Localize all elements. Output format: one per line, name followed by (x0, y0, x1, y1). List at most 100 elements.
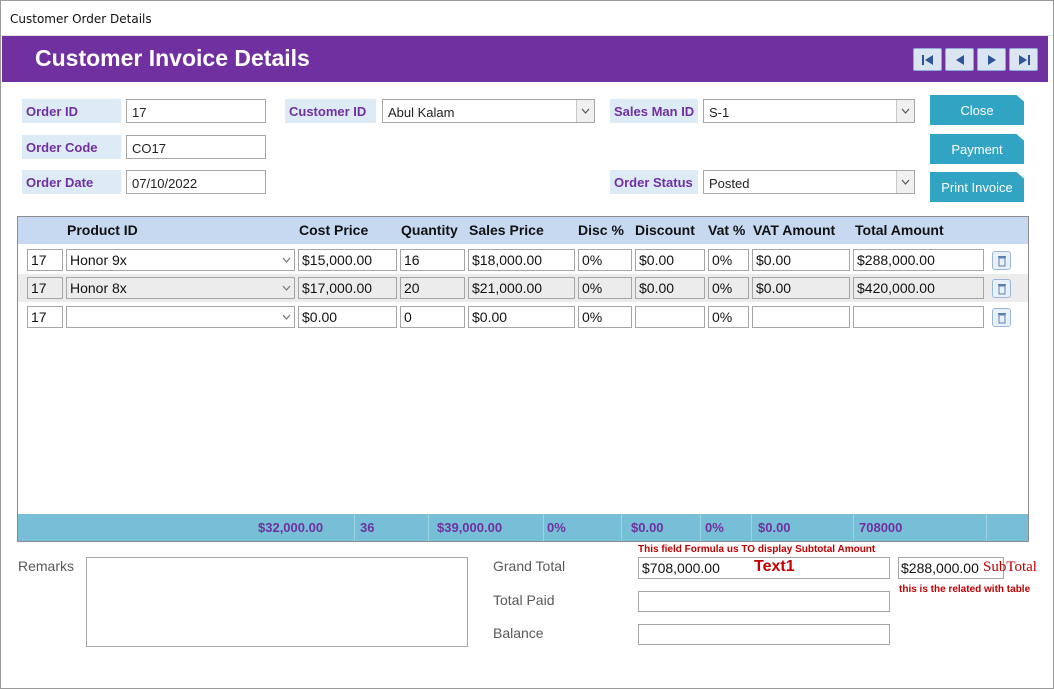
cell-quantity[interactable]: 16 (400, 249, 465, 271)
cell-discount[interactable] (635, 306, 705, 328)
header-disc-pct: Disc % (578, 222, 624, 238)
order-status-value: Posted (709, 176, 750, 191)
cell-product: Honor 8x (70, 280, 127, 296)
close-button[interactable]: Close (930, 95, 1024, 125)
cell-vat-amount[interactable]: $0.00 (752, 277, 850, 299)
order-status-select[interactable]: Posted (703, 170, 915, 194)
total-discount: $0.00 (631, 520, 664, 535)
cell-disc-pct[interactable]: 0% (578, 249, 632, 271)
payment-button[interactable]: Payment (930, 134, 1024, 164)
cell-vat-pct[interactable]: 0% (708, 306, 749, 328)
cell-vat-amount[interactable]: $0.00 (752, 249, 850, 271)
cell-total-amount[interactable]: $420,000.00 (853, 277, 984, 299)
chevron-down-icon[interactable] (576, 100, 594, 122)
sales-man-id-select[interactable]: S-1 (703, 99, 915, 123)
cell-product-select[interactable]: Honor 8x (66, 277, 295, 299)
chevron-down-icon[interactable] (278, 307, 294, 327)
trash-icon (997, 255, 1006, 266)
cell-total-amount[interactable] (853, 306, 984, 328)
total-paid-field[interactable] (638, 591, 890, 612)
table-row: 17 $0.00 0 $0.00 0% 0% (18, 303, 1028, 331)
header-total-amount: Total Amount (855, 222, 944, 238)
last-record-button[interactable] (1009, 48, 1038, 71)
related-note: this is the related with table (899, 584, 1031, 595)
total-amount-sum: 708000 (859, 520, 903, 535)
remarks-field[interactable] (86, 557, 468, 647)
total-quantity: 36 (360, 520, 375, 535)
print-invoice-button[interactable]: Print Invoice (930, 172, 1024, 202)
header-cost-price: Cost Price (299, 222, 369, 238)
delete-row-button[interactable] (992, 251, 1011, 270)
chevron-down-icon[interactable] (896, 100, 914, 122)
cell-quantity[interactable]: 0 (400, 306, 465, 328)
page-title: Customer Invoice Details (35, 45, 310, 71)
balance-field[interactable] (638, 624, 890, 645)
cell-order-id[interactable]: 17 (27, 249, 63, 271)
table-row: 17 Honor 9x $15,000.00 16 $18,000.00 0% … (18, 246, 1028, 274)
total-cost-price: $32,000.00 (258, 520, 324, 535)
cell-vat-pct[interactable]: 0% (708, 249, 749, 271)
grand-total-label: Grand Total (493, 558, 566, 574)
balance-label: Balance (493, 625, 544, 641)
cell-quantity[interactable]: 20 (400, 277, 465, 299)
header-discount: Discount (635, 222, 695, 238)
total-vat-amount: $0.00 (758, 520, 791, 535)
cell-cost-price[interactable]: $15,000.00 (298, 249, 397, 271)
trash-icon (997, 283, 1006, 294)
last-record-icon (1018, 54, 1030, 65)
cell-discount[interactable]: $0.00 (635, 249, 705, 271)
cell-cost-price[interactable]: $17,000.00 (298, 277, 397, 299)
first-record-button[interactable] (913, 48, 942, 71)
cell-sales-price[interactable]: $0.00 (468, 306, 575, 328)
trash-icon (997, 312, 1006, 323)
cell-order-id[interactable]: 17 (27, 306, 63, 328)
cell-sales-price[interactable]: $21,000.00 (468, 277, 575, 299)
next-record-button[interactable] (977, 48, 1006, 71)
cell-product-select[interactable] (66, 306, 295, 328)
chevron-down-icon[interactable] (896, 171, 914, 193)
header-product-id: Product ID (67, 222, 138, 238)
header-vat-amount: VAT Amount (753, 222, 836, 238)
next-record-icon (987, 54, 996, 65)
app-window: Customer Order Details Customer Invoice … (0, 0, 1054, 689)
header-quantity: Quantity (401, 222, 458, 238)
chevron-down-icon[interactable] (278, 250, 294, 270)
order-id-field[interactable]: 17 (126, 99, 266, 123)
cell-cost-price[interactable]: $0.00 (298, 306, 397, 328)
total-vat-pct: 0% (705, 520, 724, 535)
remarks-label: Remarks (18, 558, 75, 574)
cell-order-id[interactable]: 17 (27, 277, 63, 299)
header-bar: Customer Invoice Details (2, 36, 1048, 82)
grand-total-value: $708,000.00 (642, 560, 720, 576)
order-date-field[interactable]: 07/10/2022 (126, 170, 266, 194)
grid-totals-bar: $32,000.00 36 $39,000.00 0% $0.00 0% $0.… (18, 514, 1028, 541)
record-navigator (913, 48, 1038, 71)
delete-row-button[interactable] (992, 279, 1011, 298)
previous-record-button[interactable] (945, 48, 974, 71)
customer-id-select[interactable]: Abul Kalam (382, 99, 595, 123)
cell-product-select[interactable]: Honor 9x (66, 249, 295, 271)
cell-discount[interactable]: $0.00 (635, 277, 705, 299)
cell-disc-pct[interactable]: 0% (578, 306, 632, 328)
delete-row-button[interactable] (992, 308, 1011, 327)
total-disc-pct: 0% (547, 520, 566, 535)
order-date-label: Order Date (22, 170, 121, 194)
cell-sales-price[interactable]: $18,000.00 (468, 249, 575, 271)
order-code-label: Order Code (22, 135, 121, 159)
cell-disc-pct[interactable]: 0% (578, 277, 632, 299)
sales-man-id-value: S-1 (709, 105, 730, 120)
cell-vat-pct[interactable]: 0% (708, 277, 749, 299)
customer-id-value: Abul Kalam (388, 105, 455, 120)
cell-total-amount[interactable]: $288,000.00 (853, 249, 984, 271)
window-title: Customer Order Details (1, 1, 1053, 36)
sales-man-id-label: Sales Man ID (610, 99, 698, 123)
cell-vat-amount[interactable] (752, 306, 850, 328)
subtotal-value: $288,000.00 (901, 560, 979, 576)
previous-record-icon (955, 54, 964, 65)
order-items-grid: Product ID Cost Price Quantity Sales Pri… (17, 216, 1029, 542)
chevron-down-icon[interactable] (278, 278, 294, 298)
header-vat-pct: Vat % (708, 222, 746, 238)
formula-note: This field Formula us TO display Subtota… (638, 544, 876, 555)
order-code-field[interactable]: CO17 (126, 135, 266, 159)
total-sales-price: $39,000.00 (437, 520, 503, 535)
